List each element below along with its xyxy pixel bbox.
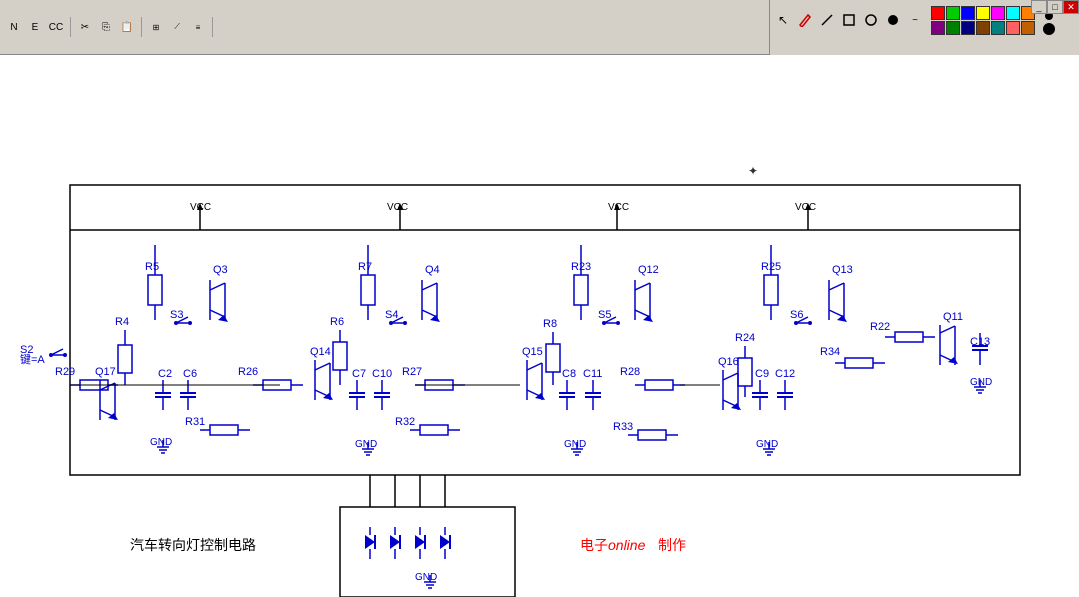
file-tools: N E CC [4, 17, 71, 37]
svg-text:R22: R22 [870, 321, 890, 333]
svg-text:S3: S3 [170, 309, 183, 321]
svg-text:R34: R34 [820, 346, 840, 358]
svg-text:C12: C12 [775, 368, 795, 380]
subtitle: 电子 [580, 537, 608, 553]
component-btn[interactable]: ⊞ [146, 17, 166, 37]
window-controls: _ □ ✕ [1031, 0, 1079, 14]
svg-text:C6: C6 [183, 368, 197, 380]
minimize-btn[interactable]: _ [1031, 0, 1047, 14]
svg-text:VCC: VCC [795, 202, 816, 213]
line-tool[interactable] [817, 10, 837, 30]
svg-text:Q11: Q11 [943, 311, 963, 323]
svg-text:S4: S4 [385, 309, 398, 321]
svg-text:R31: R31 [185, 416, 205, 428]
color-purple[interactable] [931, 21, 945, 35]
svg-text:Q14: Q14 [310, 346, 331, 358]
svg-text:R24: R24 [735, 332, 755, 344]
svg-text:R5: R5 [145, 261, 159, 273]
color-palette [931, 6, 1035, 35]
svg-text:键=A: 键=A [20, 352, 45, 366]
pen-large[interactable] [1043, 23, 1055, 35]
svg-text:R29: R29 [55, 366, 75, 378]
svg-text:Q13: Q13 [832, 264, 853, 276]
color-brown[interactable] [976, 21, 990, 35]
toolbar: N E CC ✂ ⎘ 📋 ⊞ ⟋ ≡ _ □ ✕ ↖ [0, 0, 1079, 55]
svg-text:C11: C11 [583, 368, 602, 380]
wire-btn[interactable]: ⟋ [167, 17, 187, 37]
svg-text:R27: R27 [402, 366, 422, 378]
svg-text:S6: S6 [790, 309, 803, 321]
svg-text:C2: C2 [158, 368, 172, 380]
ellipse-tool[interactable] [861, 10, 881, 30]
svg-text:✦: ✦ [748, 164, 758, 178]
svg-text:R6: R6 [330, 316, 344, 328]
filled-circle-tool[interactable] [883, 10, 903, 30]
svg-text:S5: S5 [598, 309, 611, 321]
svg-text:VCC: VCC [387, 202, 408, 213]
svg-text:C10: C10 [372, 368, 392, 380]
circuit-tools: ⊞ ⟋ ≡ [146, 17, 213, 37]
svg-text:R28: R28 [620, 366, 640, 378]
new-btn[interactable]: N [4, 17, 24, 37]
pencil-tool[interactable] [795, 10, 815, 30]
svg-text:C7: C7 [352, 368, 366, 380]
bus-btn[interactable]: ≡ [188, 17, 208, 37]
subtitle-online: online [608, 537, 646, 553]
paste-btn[interactable]: 📋 [117, 17, 137, 37]
canvas-area[interactable]: ✦ VCC VCC VCC VCC Q3 [0, 55, 1079, 597]
svg-text:R26: R26 [238, 366, 258, 378]
svg-text:C9: C9 [755, 368, 769, 380]
color-teal[interactable] [991, 21, 1005, 35]
color-yellow[interactable] [976, 6, 990, 20]
edit-tools: ✂ ⎘ 📋 [75, 17, 142, 37]
color-darkorange[interactable] [1021, 21, 1035, 35]
svg-text:R8: R8 [543, 318, 557, 330]
cc-btn[interactable]: CC [46, 17, 66, 37]
cut-btn[interactable]: ✂ [75, 17, 95, 37]
close-btn[interactable]: ✕ [1063, 0, 1079, 14]
color-red[interactable] [931, 6, 945, 20]
app: N E CC ✂ ⎘ 📋 ⊞ ⟋ ≡ _ □ ✕ ↖ [0, 0, 1079, 597]
curve-tool[interactable]: ~ [905, 10, 925, 30]
svg-text:R32: R32 [395, 416, 415, 428]
maximize-btn[interactable]: □ [1047, 0, 1063, 14]
color-cyan[interactable] [1006, 6, 1020, 20]
color-green[interactable] [946, 6, 960, 20]
copy-btn[interactable]: ⎘ [96, 17, 116, 37]
svg-text:R33: R33 [613, 421, 633, 433]
select-tool[interactable]: ↖ [773, 10, 793, 30]
color-darkgreen[interactable] [946, 21, 960, 35]
circuit-title: 汽车转向灯控制电路 [130, 537, 256, 553]
svg-text:Q15: Q15 [522, 346, 543, 358]
color-blue[interactable] [961, 6, 975, 20]
edit-btn[interactable]: E [25, 17, 45, 37]
draw-toolbar: _ □ ✕ ↖ [769, 0, 1079, 55]
svg-text:Q16: Q16 [718, 356, 739, 368]
svg-text:Q17: Q17 [95, 366, 116, 378]
color-magenta[interactable] [991, 6, 1005, 20]
color-navy[interactable] [961, 21, 975, 35]
subtitle-make: 制作 [658, 537, 686, 553]
svg-text:Q3: Q3 [213, 264, 228, 276]
svg-text:R7: R7 [358, 261, 372, 273]
svg-text:Q12: Q12 [638, 264, 659, 276]
schematic-diagram: ✦ VCC VCC VCC VCC Q3 [0, 55, 1079, 597]
rect-tool[interactable] [839, 10, 859, 30]
svg-text:Q4: Q4 [425, 264, 440, 276]
color-lightred[interactable] [1006, 21, 1020, 35]
svg-text:C8: C8 [562, 368, 576, 380]
svg-text:R4: R4 [115, 316, 129, 328]
